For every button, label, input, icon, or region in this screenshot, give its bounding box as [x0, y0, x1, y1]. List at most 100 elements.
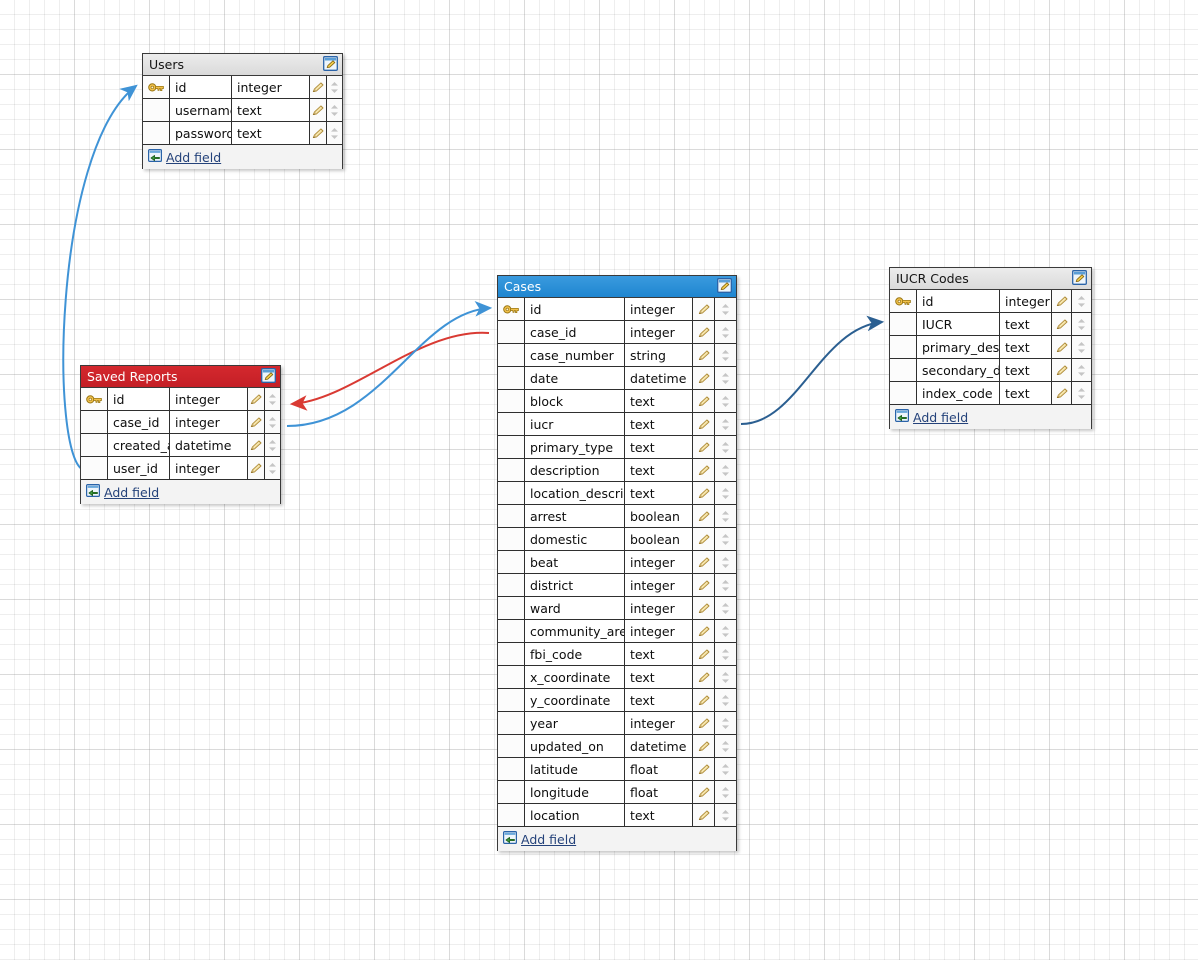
updown-spinner-icon[interactable]: [330, 127, 339, 140]
updown-spinner-icon[interactable]: [721, 303, 730, 316]
field-edit-button[interactable]: [310, 99, 327, 121]
updown-spinner-icon[interactable]: [721, 671, 730, 684]
add-field-row[interactable]: Add field: [498, 827, 736, 851]
updown-spinner-icon[interactable]: [721, 717, 730, 730]
field-reorder-control[interactable]: [715, 758, 736, 780]
updown-spinner-icon[interactable]: [721, 372, 730, 385]
pencil-icon[interactable]: [311, 81, 325, 94]
updown-spinner-icon[interactable]: [268, 393, 277, 406]
field-row[interactable]: iucr text: [498, 413, 736, 436]
field-edit-button[interactable]: [248, 434, 265, 456]
field-row[interactable]: id integer: [498, 298, 736, 321]
pencil-icon[interactable]: [697, 533, 711, 546]
field-edit-button[interactable]: [1052, 336, 1072, 358]
updown-spinner-icon[interactable]: [721, 648, 730, 661]
field-row[interactable]: id integer: [890, 290, 1091, 313]
add-field-row[interactable]: Add field: [143, 145, 342, 169]
field-reorder-control[interactable]: [327, 122, 342, 144]
updown-spinner-icon[interactable]: [721, 625, 730, 638]
updown-spinner-icon[interactable]: [721, 694, 730, 707]
field-reorder-control[interactable]: [715, 597, 736, 619]
field-reorder-control[interactable]: [1072, 359, 1091, 381]
updown-spinner-icon[interactable]: [268, 462, 277, 475]
add-field-link[interactable]: Add field: [913, 410, 968, 425]
updown-spinner-icon[interactable]: [1077, 295, 1086, 308]
updown-spinner-icon[interactable]: [330, 104, 339, 117]
pencil-icon[interactable]: [1055, 295, 1069, 308]
add-field-link[interactable]: Add field: [166, 150, 221, 165]
field-reorder-control[interactable]: [715, 551, 736, 573]
field-reorder-control[interactable]: [715, 666, 736, 688]
field-row[interactable]: location_descriptiontext: [498, 482, 736, 505]
field-row[interactable]: primary_desc text: [890, 336, 1091, 359]
pencil-icon[interactable]: [697, 395, 711, 408]
field-row[interactable]: beat integer: [498, 551, 736, 574]
field-edit-button[interactable]: [693, 390, 715, 412]
pencil-icon[interactable]: [249, 416, 263, 429]
updown-spinner-icon[interactable]: [721, 510, 730, 523]
field-row[interactable]: updated_on datetime: [498, 735, 736, 758]
field-reorder-control[interactable]: [265, 457, 280, 479]
add-field-row[interactable]: Add field: [81, 480, 280, 504]
field-reorder-control[interactable]: [715, 321, 736, 343]
updown-spinner-icon[interactable]: [1077, 318, 1086, 331]
pencil-icon[interactable]: [697, 809, 711, 822]
field-row[interactable]: id integer: [143, 76, 342, 99]
field-row[interactable]: location text: [498, 804, 736, 827]
updown-spinner-icon[interactable]: [721, 763, 730, 776]
field-edit-button[interactable]: [693, 597, 715, 619]
window-edit-icon[interactable]: [261, 367, 276, 383]
pencil-icon[interactable]: [697, 579, 711, 592]
field-edit-button[interactable]: [693, 482, 715, 504]
field-row[interactable]: password text: [143, 122, 342, 145]
updown-spinner-icon[interactable]: [330, 81, 339, 94]
pencil-icon[interactable]: [1055, 318, 1069, 331]
field-edit-button[interactable]: [693, 712, 715, 734]
field-edit-button[interactable]: [693, 413, 715, 435]
field-reorder-control[interactable]: [715, 574, 736, 596]
field-edit-button[interactable]: [248, 411, 265, 433]
pencil-icon[interactable]: [697, 326, 711, 339]
add-field-icon[interactable]: [895, 409, 910, 423]
pencil-icon[interactable]: [697, 372, 711, 385]
window-edit-icon[interactable]: [1072, 269, 1087, 285]
field-reorder-control[interactable]: [715, 436, 736, 458]
field-reorder-control[interactable]: [715, 298, 736, 320]
table-edit-button[interactable]: [717, 277, 732, 296]
updown-spinner-icon[interactable]: [1077, 364, 1086, 377]
field-row[interactable]: year integer: [498, 712, 736, 735]
field-reorder-control[interactable]: [1072, 290, 1091, 312]
field-edit-button[interactable]: [248, 457, 265, 479]
field-row[interactable]: ward integer: [498, 597, 736, 620]
field-edit-button[interactable]: [1052, 382, 1072, 404]
pencil-icon[interactable]: [697, 648, 711, 661]
table-edit-button[interactable]: [323, 55, 338, 74]
window-edit-icon[interactable]: [323, 55, 338, 71]
table-edit-button[interactable]: [261, 367, 276, 386]
updown-spinner-icon[interactable]: [268, 416, 277, 429]
field-reorder-control[interactable]: [715, 344, 736, 366]
table-iucr-codes[interactable]: IUCR Codes id integer IUCR text primary_desc t…: [889, 267, 1092, 429]
table-header[interactable]: Users: [143, 54, 342, 76]
field-row[interactable]: block text: [498, 390, 736, 413]
field-reorder-control[interactable]: [1072, 336, 1091, 358]
pencil-icon[interactable]: [1055, 364, 1069, 377]
field-row[interactable]: community_area integer: [498, 620, 736, 643]
field-edit-button[interactable]: [693, 367, 715, 389]
field-reorder-control[interactable]: [715, 804, 736, 826]
field-row[interactable]: y_coordinate text: [498, 689, 736, 712]
add-field-icon[interactable]: [503, 831, 518, 845]
field-edit-button[interactable]: [693, 735, 715, 757]
field-reorder-control[interactable]: [715, 459, 736, 481]
pencil-icon[interactable]: [1055, 387, 1069, 400]
field-reorder-control[interactable]: [327, 99, 342, 121]
field-row[interactable]: description text: [498, 459, 736, 482]
pencil-icon[interactable]: [697, 418, 711, 431]
field-row[interactable]: longitude float: [498, 781, 736, 804]
add-field-link[interactable]: Add field: [521, 832, 576, 847]
updown-spinner-icon[interactable]: [721, 349, 730, 362]
add-field-icon[interactable]: [148, 149, 163, 163]
field-edit-button[interactable]: [693, 344, 715, 366]
field-row[interactable]: case_id integer: [498, 321, 736, 344]
field-edit-button[interactable]: [1052, 313, 1072, 335]
